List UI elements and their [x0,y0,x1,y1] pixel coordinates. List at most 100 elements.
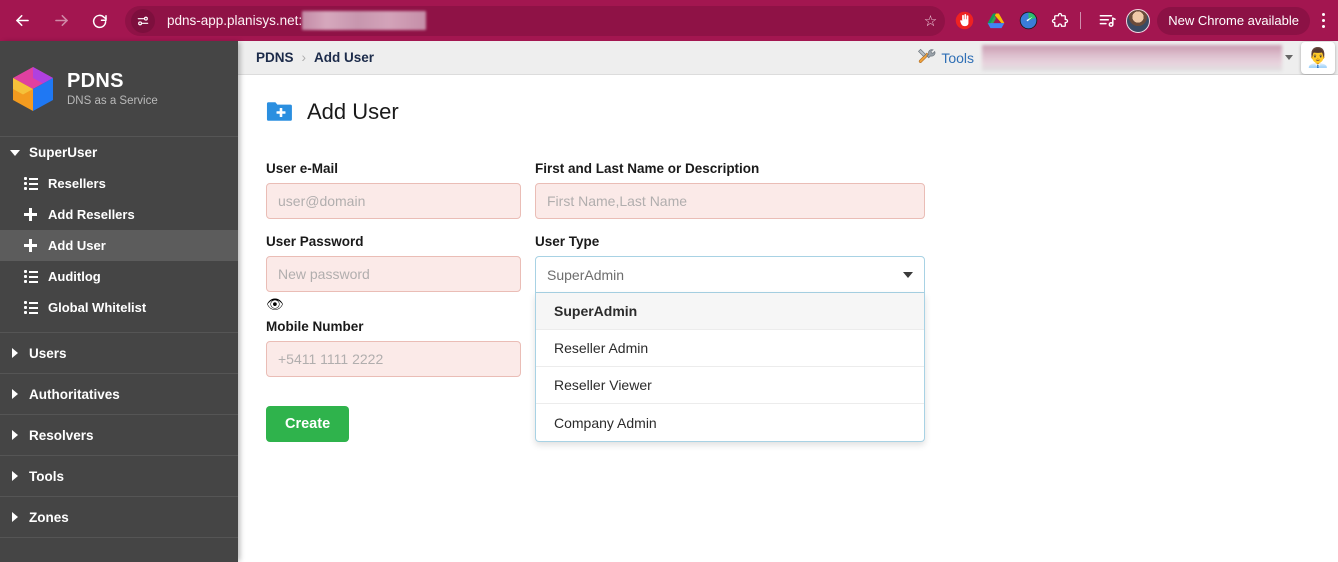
sidebar-item-add-resellers[interactable]: Add Resellers [0,199,238,230]
dropdown-option-superadmin[interactable]: SuperAdmin [536,293,924,330]
brand-header[interactable]: PDNS DNS as a Service [0,41,238,137]
account-selector-redacted[interactable] [982,44,1282,71]
breadcrumb-root[interactable]: PDNS [256,50,294,65]
caret-down-icon [10,149,20,156]
sidebar-group-label: Authoritatives [29,386,120,402]
application-window: PDNS DNS as a Service SuperUser Reseller… [0,41,1338,562]
reading-list-icon[interactable] [1094,8,1120,34]
forward-arrow-icon[interactable] [44,4,78,38]
mobile-input[interactable] [266,341,521,377]
sidebar-item-label: Global Whitelist [48,300,147,315]
dropdown-option-reseller-admin[interactable]: Reseller Admin [536,330,924,367]
sidebar-item-global-whitelist[interactable]: Global Whitelist [0,292,238,323]
url-text: pdns-app.planisys.net: [167,13,303,28]
dropdown-option-reseller-viewer[interactable]: Reseller Viewer [536,367,924,404]
brand-title: PDNS [67,70,124,92]
create-button[interactable]: Create [266,406,350,442]
back-arrow-icon[interactable] [5,4,39,38]
google-drive-icon[interactable] [983,8,1009,34]
user-type-select-wrapper: SuperAdmin SuperAdmin Reseller Admin Res… [535,256,925,442]
sidebar-group-resolvers[interactable]: Resolvers [0,415,238,456]
page-content: Add User User e-Mail User Password 👁 Mob… [238,75,1338,562]
sidebar-group-users[interactable]: Users [0,333,238,374]
hammer-wrench-icon [916,46,936,69]
toolbar-divider [1080,12,1082,29]
dropdown-option-company-admin[interactable]: Company Admin [536,404,924,441]
add-folder-icon [266,100,293,124]
profile-avatar-icon[interactable] [1126,8,1151,33]
field-label: First and Last Name or Description [535,161,760,176]
sidebar-group-label: Zones [29,509,69,525]
url-redacted-region [302,11,427,30]
eye-glyph: 👁 [266,296,284,312]
sidebar-item-resellers[interactable]: Resellers [0,168,238,199]
field-label: User Type [535,234,600,249]
chevron-down-icon[interactable] [1285,55,1293,60]
form-column-left: User e-Mail User Password 👁 Mobile Numbe… [266,161,521,442]
topbar-right-cluster: Tools 👨‍💼 [916,41,1338,75]
new-chrome-label: New Chrome available [1168,13,1299,28]
sidebar-group-label: Tools [29,468,64,484]
list-icon [24,177,43,190]
adblock-extension-icon[interactable] [951,8,977,34]
form-column-right: First and Last Name or Description User … [535,161,925,457]
sidebar-group-label: SuperUser [29,145,98,160]
sidebar-group-label: Resolvers [29,427,94,443]
three-dot-menu-icon[interactable] [1310,13,1336,28]
field-label: User Password [266,234,364,249]
breadcrumb-current: Add User [314,50,375,65]
field-user-type: User Type SuperAdmin SuperAdmin Reseller… [535,234,925,442]
caret-right-icon [12,430,18,440]
site-settings-icon[interactable] [131,8,155,33]
reload-icon[interactable] [83,4,117,38]
address-bar[interactable]: pdns-app.planisys.net: ☆ [125,5,946,36]
list-icon [24,301,43,314]
browser-toolbar: pdns-app.planisys.net: ☆ New Chrome avai… [0,0,1338,41]
caret-down-icon [903,271,913,278]
sidebar-item-add-user[interactable]: Add User [0,230,238,261]
caret-right-icon [12,512,18,522]
sidebar-item-label: Auditlog [48,269,101,284]
avatar-glyph: 👨‍💼 [1306,47,1330,69]
field-label: User e-Mail [266,161,339,176]
breadcrumb-separator-icon: › [301,50,307,65]
page-title: Add User [307,99,399,124]
option-label: Company Admin [554,414,657,431]
sidebar-item-label: Add Resellers [48,207,135,222]
fullname-input[interactable] [535,183,925,219]
caret-right-icon [12,348,18,358]
page-header: Add User [266,99,1338,125]
sidebar-item-label: Resellers [48,176,106,191]
sidebar: PDNS DNS as a Service SuperUser Reseller… [0,41,238,562]
password-input[interactable] [266,256,521,292]
office-worker-avatar-icon[interactable]: 👨‍💼 [1301,41,1335,74]
tools-menu-button[interactable]: Tools [916,46,974,69]
brand-subtitle: DNS as a Service [67,95,158,107]
sidebar-group-tools[interactable]: Tools [0,456,238,497]
eye-icon[interactable]: 👁 [266,296,286,313]
field-user-email: User e-Mail [266,161,521,219]
sidebar-group-superuser[interactable]: SuperUser [0,137,238,168]
user-type-select[interactable]: SuperAdmin [535,256,925,293]
sidebar-item-label: Add User [48,238,106,253]
star-icon[interactable]: ☆ [924,12,937,30]
speedtest-extension-icon[interactable] [1015,8,1041,34]
sidebar-group-zones[interactable]: Zones [0,497,238,538]
field-label: Mobile Number [266,319,364,334]
new-chrome-available-button[interactable]: New Chrome available [1157,6,1310,35]
puzzle-extensions-icon[interactable] [1047,8,1073,34]
email-input[interactable] [266,183,521,219]
breadcrumb: PDNS › Add User [256,50,374,65]
field-user-password: User Password [266,234,521,292]
user-type-selected-value: SuperAdmin [547,266,625,283]
user-type-dropdown-menu: SuperAdmin Reseller Admin Reseller Viewe… [535,293,925,442]
tools-label: Tools [941,49,974,66]
caret-right-icon [12,389,18,399]
plus-icon [24,208,43,221]
sidebar-group-authoritatives[interactable]: Authoritatives [0,374,238,415]
option-label: Reseller Viewer [554,377,652,393]
option-label: SuperAdmin [554,303,638,319]
sidebar-item-auditlog[interactable]: Auditlog [0,261,238,292]
field-full-name: First and Last Name or Description [535,161,925,219]
field-mobile-number: Mobile Number [266,319,521,377]
